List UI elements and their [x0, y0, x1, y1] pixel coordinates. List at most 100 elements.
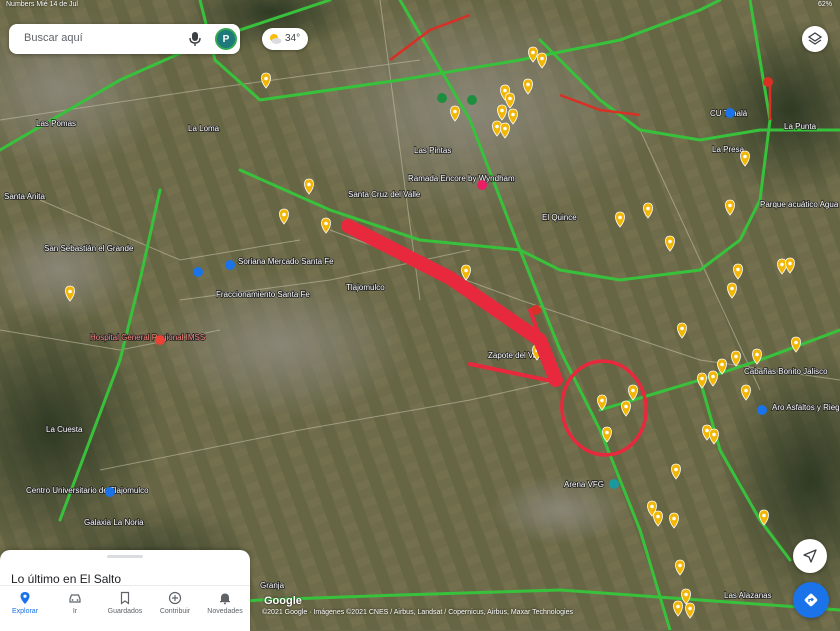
- nav-label: Novedades: [207, 608, 243, 615]
- place-pin-dot: [324, 221, 328, 226]
- label-la-presa: La Presa: [712, 145, 745, 154]
- place-pin-dot: [680, 326, 684, 331]
- place-pin-dot: [730, 286, 734, 291]
- status-bar: Numbers Mié 14 de Jul 62%: [0, 0, 840, 12]
- place-pin-dot: [744, 388, 748, 393]
- place-pin-dot: [788, 261, 792, 266]
- place-pin-dot: [734, 354, 738, 359]
- place-pin-dot: [678, 563, 682, 568]
- place-pin-dot: [282, 212, 286, 217]
- search-bar[interactable]: Buscar aquí P: [9, 24, 240, 54]
- status-bar-left: Numbers Mié 14 de Jul: [6, 1, 78, 8]
- place-pin-dot: [780, 262, 784, 267]
- label-parque-acuatico: Parque acuático Agua Blanca: [760, 200, 840, 209]
- place-pin-dot: [743, 154, 747, 159]
- place-pin-dot: [503, 88, 507, 93]
- place-pin-dot: [464, 268, 468, 273]
- nav-contribute[interactable]: Contribuir: [150, 586, 200, 631]
- bookmark-icon: [120, 591, 130, 605]
- place-pin-dot: [672, 516, 676, 521]
- place-pin-dot: [503, 126, 507, 131]
- place-pin-dot: [755, 352, 759, 357]
- location-pin-icon: [20, 592, 30, 604]
- label-el-quince: El Quince: [542, 213, 577, 222]
- place-pin-dot: [500, 108, 504, 113]
- sheet-drag-handle[interactable]: [107, 555, 143, 558]
- place-pin-dot: [676, 604, 680, 609]
- label-centro-universitario: Centro Universitario de Tlajomulco: [26, 486, 149, 495]
- account-avatar[interactable]: P: [215, 28, 237, 50]
- place-pin-dot: [511, 112, 515, 117]
- place-pin-dot: [624, 404, 628, 409]
- label-santa-anita: Santa Anita: [4, 192, 45, 201]
- place-pin-dot: [762, 513, 766, 518]
- label-soriana: Soriana Mercado Santa Fe: [238, 257, 334, 266]
- place-pin-dot: [674, 467, 678, 472]
- nav-updates[interactable]: Novedades: [200, 586, 250, 631]
- place-pin-dot: [794, 340, 798, 345]
- nav-saved[interactable]: Guardados: [100, 586, 150, 631]
- label-santa-cruz-del-valle: Santa Cruz del Valle: [348, 190, 421, 199]
- label-las-pomas: Las Pomas: [36, 119, 76, 128]
- place-pin-dot: [618, 215, 622, 220]
- place-pin-dot: [656, 514, 660, 519]
- place-pin-dot: [307, 182, 311, 187]
- temperature: 34°: [285, 33, 301, 44]
- place-pin-dot: [700, 376, 704, 381]
- place-pin-dot: [540, 56, 544, 61]
- microphone-icon[interactable]: [188, 31, 202, 47]
- place-pin-dot: [600, 398, 604, 403]
- sheet-title: Lo último en El Salto: [11, 572, 122, 586]
- nav-explore[interactable]: Explorar: [0, 586, 50, 631]
- place-pin-dot: [650, 504, 654, 509]
- plus-circle-icon: [168, 591, 182, 605]
- label-tlajomulco: Tlajomulco: [346, 283, 385, 292]
- label-la-loma: La Loma: [188, 124, 220, 133]
- label-granja: Granja: [260, 581, 285, 590]
- satellite-map[interactable]: Las Pomas La Loma Las Pintas Santa Cruz …: [0, 0, 840, 630]
- place-pin-dot: [631, 388, 635, 393]
- map-attribution: ©2021 Google · Imágenes ©2021 CNES / Air…: [262, 609, 573, 616]
- place-pin-dot: [728, 203, 732, 208]
- nav-label: Explorar: [11, 608, 39, 615]
- label-aro-asfaltos: Aro Asfaltos y Riegos de Occidente: [772, 403, 840, 412]
- label-ramada: Ramada Encore by Wyndham: [408, 174, 515, 183]
- label-las-alazanas: Las Alazanas: [724, 591, 772, 600]
- search-input[interactable]: Buscar aquí: [24, 32, 83, 44]
- layers-icon: [808, 32, 822, 45]
- label-las-pintas: Las Pintas: [414, 146, 451, 155]
- place-pin-dot: [264, 76, 268, 81]
- place-pin-dot: [705, 428, 709, 433]
- car-icon: [69, 594, 81, 603]
- bell-icon: [220, 593, 230, 605]
- label-san-sebastian: San Sebastián el Grande: [44, 244, 134, 253]
- label-hospital: Hospital General Regional IMSS: [90, 333, 205, 342]
- place-pin-dot: [711, 374, 715, 379]
- battery-level: 62%: [817, 1, 832, 8]
- directions-icon: [804, 593, 818, 607]
- google-logo: Google: [264, 595, 302, 607]
- label-arena-vfg: Arena VFG: [564, 480, 604, 489]
- navigation-arrow-icon: [803, 549, 817, 563]
- label-la-cuesta: La Cuesta: [46, 425, 83, 434]
- nav-go[interactable]: Ir: [50, 586, 100, 631]
- place-pin-dot: [531, 50, 535, 55]
- place-pin-dot: [736, 267, 740, 272]
- layers-button[interactable]: [802, 26, 828, 52]
- label-la-punta: La Punta: [784, 122, 817, 131]
- place-pin-dot: [453, 109, 457, 114]
- place-pin-dot: [605, 430, 609, 435]
- directions-button[interactable]: [793, 582, 829, 618]
- weather-chip[interactable]: 34°: [262, 28, 308, 50]
- place-pin-dot: [712, 432, 716, 437]
- place-pin-dot: [526, 82, 530, 87]
- place-pin-dot: [688, 606, 692, 611]
- my-location-button[interactable]: [793, 539, 827, 573]
- label-fracc-santa-fe: Fraccionamiento Santa Fe: [216, 290, 310, 299]
- place-pin-dot: [508, 96, 512, 101]
- place-pin-dot: [495, 124, 499, 129]
- nav-label: Ir: [72, 608, 78, 615]
- place-pin-dot: [668, 239, 672, 244]
- place-pin-dot: [68, 289, 72, 294]
- bottom-navigation: Explorar Ir Guardados Contribuir Novedad…: [0, 585, 250, 631]
